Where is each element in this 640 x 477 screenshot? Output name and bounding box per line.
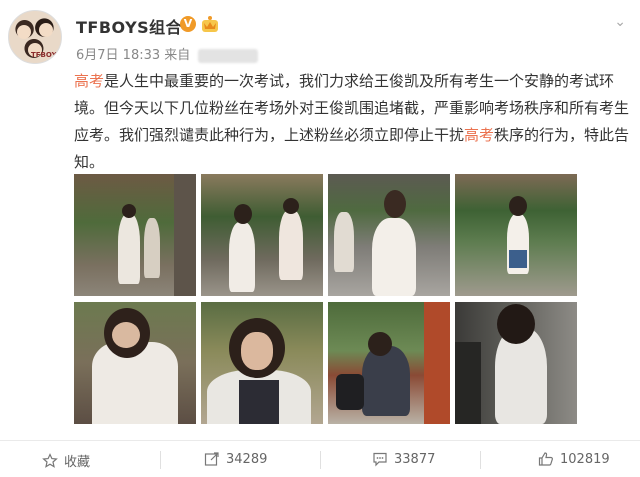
photo-thumbnail[interactable] bbox=[201, 302, 323, 424]
photo-thumbnail[interactable] bbox=[328, 302, 450, 424]
comment-icon bbox=[373, 452, 387, 467]
star-icon bbox=[42, 452, 58, 468]
favorite-label: 收藏 bbox=[64, 455, 91, 470]
source-redacted bbox=[198, 48, 259, 63]
photo-thumbnail[interactable] bbox=[74, 174, 196, 296]
post-meta: 6月7日 18:33 来自 bbox=[76, 44, 259, 63]
post-date[interactable]: 6月7日 18:33 bbox=[76, 48, 160, 63]
source-prefix: 来自 bbox=[164, 48, 191, 63]
like-count: 102819 bbox=[560, 451, 610, 467]
thumbs-up-icon bbox=[538, 452, 553, 466]
photo-thumbnail[interactable] bbox=[201, 174, 323, 296]
avatar-caption: TFBOYS bbox=[31, 51, 62, 59]
chevron-down-icon[interactable]: ⌄ bbox=[614, 14, 626, 30]
like-button[interactable]: 102819 bbox=[538, 451, 610, 467]
member-crown-icon bbox=[202, 16, 218, 32]
divider bbox=[480, 451, 481, 469]
avatar[interactable]: TFBOYS bbox=[8, 10, 62, 64]
photo-thumbnail[interactable] bbox=[328, 174, 450, 296]
divider bbox=[160, 451, 161, 469]
action-bar: 收藏 34289 33877 102819 bbox=[0, 440, 640, 477]
photo-thumbnail[interactable] bbox=[455, 302, 577, 424]
favorite-button[interactable]: 收藏 bbox=[42, 451, 90, 470]
hashtag-link[interactable]: 高考 bbox=[74, 72, 104, 90]
divider bbox=[320, 451, 321, 469]
photo-thumbnail[interactable] bbox=[455, 174, 577, 296]
verified-badge: V bbox=[180, 16, 196, 32]
post-text: 高考是人生中最重要的一次考试，我们力求给王俊凯及所有考生一个安静的考试环境。但今… bbox=[74, 68, 630, 176]
hashtag-link[interactable]: 高考 bbox=[464, 126, 494, 144]
comment-count: 33877 bbox=[394, 451, 436, 467]
repost-icon bbox=[204, 452, 219, 466]
comment-button[interactable]: 33877 bbox=[372, 451, 435, 467]
username[interactable]: TFBOYS组合 bbox=[76, 14, 182, 38]
repost-button[interactable]: 34289 bbox=[204, 451, 267, 467]
repost-count: 34289 bbox=[226, 451, 268, 467]
photo-thumbnail[interactable] bbox=[74, 302, 196, 424]
